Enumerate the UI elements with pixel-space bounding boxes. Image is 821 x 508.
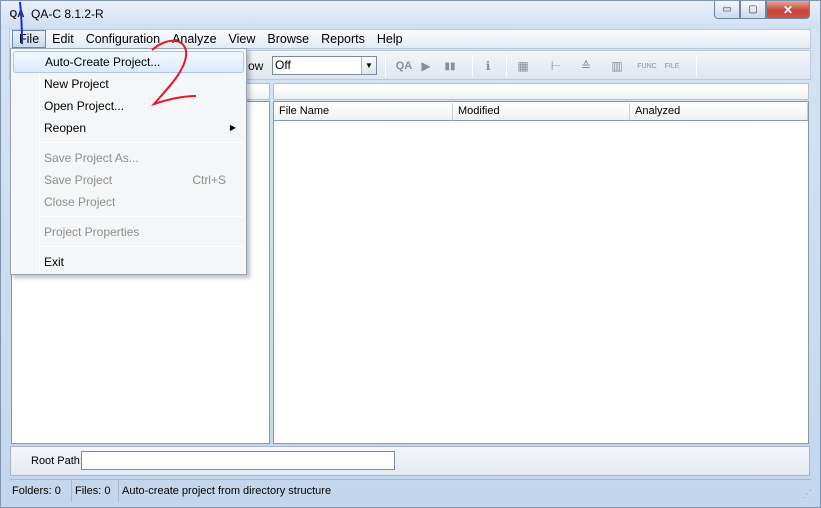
- column-analyzed[interactable]: Analyzed: [630, 103, 808, 121]
- menu-item-save-project-as: Save Project As...: [13, 147, 244, 169]
- toolbar-separator: [472, 55, 473, 77]
- qa-analyze-icon[interactable]: QA: [394, 56, 414, 76]
- stack-icon[interactable]: ≙: [576, 56, 596, 76]
- toolbar-label: ow: [248, 59, 264, 73]
- menu-file[interactable]: File: [12, 30, 47, 48]
- tree-icon[interactable]: ⊢: [546, 56, 566, 76]
- column-file-name[interactable]: File Name: [274, 103, 453, 121]
- menu-bar: File Edit Configuration Analyze View Bro…: [9, 29, 811, 49]
- func-icon[interactable]: FUNC: [637, 56, 657, 76]
- menu-item-label: New Project: [44, 77, 109, 91]
- grid-icon[interactable]: ▦: [513, 56, 533, 76]
- pause-icon[interactable]: ▮▮: [440, 56, 460, 76]
- column-modified[interactable]: Modified: [453, 103, 630, 121]
- menu-separator: [41, 216, 244, 217]
- menu-help[interactable]: Help: [371, 30, 409, 48]
- info-icon[interactable]: ℹ: [478, 56, 498, 76]
- menu-separator: [41, 246, 244, 247]
- menu-item-label: Open Project...: [44, 99, 125, 113]
- menu-item-new-project[interactable]: New Project: [13, 73, 244, 95]
- qa-app-icon: QA: [9, 8, 25, 20]
- menu-item-label: Save Project As...: [44, 151, 139, 165]
- menu-item-open-project[interactable]: Open Project...: [13, 95, 244, 117]
- menu-item-save-project: Save Project Ctrl+S: [13, 169, 244, 191]
- status-bar: Folders: 0 Files: 0 Auto-create project …: [9, 479, 811, 502]
- status-message: Auto-create project from directory struc…: [122, 485, 332, 497]
- mode-combo[interactable]: Off ▼: [272, 56, 377, 75]
- file-list-header-bar: [273, 83, 809, 100]
- menu-reports[interactable]: Reports: [315, 30, 371, 48]
- menu-item-shortcut: Ctrl+S: [192, 173, 226, 187]
- menu-view[interactable]: View: [223, 30, 262, 48]
- root-path-input[interactable]: [81, 451, 395, 470]
- menu-item-exit[interactable]: Exit: [13, 251, 244, 273]
- menu-item-label: Reopen: [44, 121, 87, 135]
- menu-analyze[interactable]: Analyze: [166, 30, 222, 48]
- menu-item-reopen[interactable]: Reopen ▶: [13, 117, 244, 139]
- submenu-arrow-icon: ▶: [229, 123, 236, 132]
- menu-item-label: Project Properties: [44, 225, 140, 239]
- menu-item-label: Exit: [44, 255, 65, 269]
- status-folders: Folders: 0: [9, 480, 72, 502]
- toolbar-separator: [385, 55, 386, 77]
- toolbar-separator: [696, 55, 697, 77]
- menu-item-label: Save Project: [44, 173, 113, 187]
- menu-item-auto-create-project[interactable]: Auto-Create Project...: [13, 51, 244, 73]
- menu-separator: [41, 142, 244, 143]
- menu-item-label: Auto-Create Project...: [45, 55, 161, 69]
- menu-item-close-project: Close Project: [13, 191, 244, 213]
- maximize-button[interactable]: ▢: [740, 1, 766, 19]
- resize-grip-icon[interactable]: ⋰: [802, 489, 814, 501]
- root-path-bar: Root Path:: [10, 446, 810, 476]
- file-icon[interactable]: FILE: [662, 56, 682, 76]
- file-menu-dropdown: Auto-Create Project... New Project Open …: [10, 48, 247, 275]
- mode-combo-value: Off: [275, 58, 291, 72]
- toolbar-separator: [506, 55, 507, 77]
- menu-item-project-properties: Project Properties: [13, 221, 244, 243]
- window-controls: ▭ ▢ ✕: [714, 1, 810, 19]
- title-bar[interactable]: QA QA-C 8.1.2-R ▭ ▢ ✕: [1, 1, 820, 29]
- file-list-pane[interactable]: [273, 101, 809, 444]
- menu-browse[interactable]: Browse: [261, 30, 315, 48]
- root-path-label: Root Path:: [31, 455, 83, 467]
- run-icon[interactable]: ▶: [416, 56, 436, 76]
- chevron-down-icon[interactable]: ▼: [361, 57, 376, 74]
- menu-configuration[interactable]: Configuration: [80, 30, 166, 48]
- bar-chart-icon[interactable]: ▥: [607, 56, 627, 76]
- menu-edit[interactable]: Edit: [46, 30, 80, 48]
- close-button[interactable]: ✕: [766, 1, 810, 19]
- status-files: Files: 0: [72, 480, 119, 502]
- window-title: QA-C 8.1.2-R: [31, 7, 104, 21]
- minimize-button[interactable]: ▭: [714, 1, 740, 19]
- menu-item-label: Close Project: [44, 195, 116, 209]
